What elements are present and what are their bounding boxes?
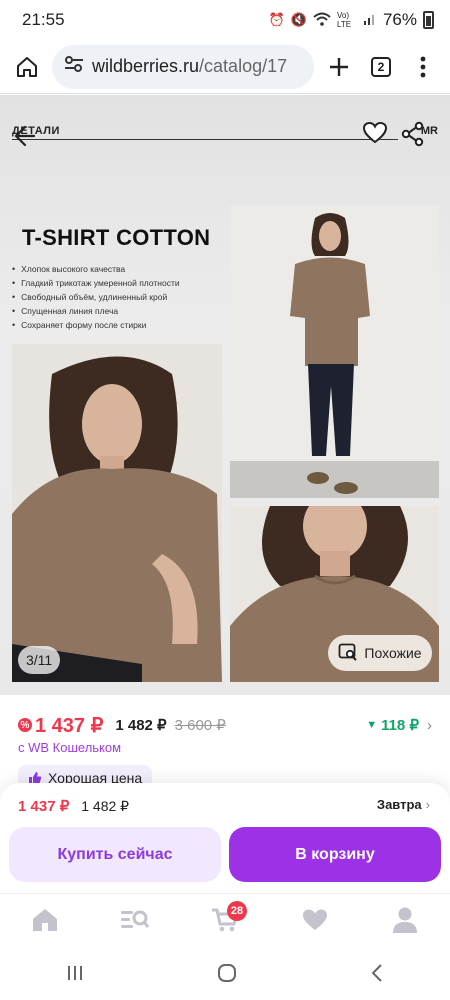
menu-dots-icon[interactable] (406, 50, 440, 84)
tabs-icon[interactable]: 2 (364, 50, 398, 84)
battery-percent: 76% (382, 10, 417, 29)
cashback-link[interactable]: ▼ 118 ₽ › (366, 716, 432, 735)
battery-icon (423, 11, 434, 29)
image-search-icon (338, 642, 358, 665)
regular-price: 1 482 ₽ (115, 717, 167, 734)
status-bar: 21:55 ⏰ 🔇 Vo) LTE 76% (0, 0, 450, 40)
promo-feature: Хлопок высокого качества (12, 262, 180, 276)
price-row: % 1 437 ₽ 1 482 ₽ 3 600 ₽ ▼ 118 ₽ › (0, 705, 450, 745)
tab-cart[interactable]: 28 (195, 899, 255, 947)
discount-badge-icon: % (18, 718, 32, 732)
panel-prices: 1 437 ₽ 1 482 ₽ (18, 797, 130, 816)
wifi-icon (313, 12, 331, 29)
delivery-date[interactable]: Завтра › (377, 797, 430, 812)
product-photo-fullbody (230, 206, 439, 498)
wallet-note[interactable]: с WB Кошельком (18, 740, 121, 755)
tab-home[interactable] (15, 899, 75, 947)
app-tab-bar: 28 (0, 893, 450, 951)
heart-icon[interactable] (362, 121, 390, 147)
cart-count-badge: 28 (227, 900, 247, 921)
panel-wallet-price: 1 437 ₽ (18, 798, 70, 815)
catalog-search-icon (120, 908, 150, 937)
heart-icon (301, 908, 329, 937)
promo-feature: Сохраняет форму после стирки (12, 318, 180, 332)
back-arrow-icon[interactable] (12, 121, 40, 151)
buy-now-button[interactable]: Купить сейчас (9, 827, 221, 882)
image-counter: 3/11 (18, 646, 61, 674)
system-nav-bar (0, 951, 450, 1000)
address-bar[interactable]: wildberries.ru/catalog/17 (52, 44, 314, 89)
browser-toolbar: wildberries.ru/catalog/17 2 (0, 40, 450, 94)
add-to-cart-button[interactable]: В корзину (229, 827, 441, 882)
product-photo-closeup (12, 344, 222, 682)
promo-feature-list: Хлопок высокого качества Гладкий трикота… (12, 262, 180, 332)
cashback-amount: 118 ₽ (381, 717, 419, 734)
url-text: wildberries.ru/catalog/17 (92, 56, 288, 76)
share-icon[interactable] (400, 121, 426, 147)
alarm-icon: ⏰ (268, 12, 285, 27)
promo-feature: Свободный объём, удлиненный крой (12, 290, 180, 304)
wallet-price[interactable]: % 1 437 ₽ (18, 713, 103, 738)
profile-icon (392, 906, 418, 939)
status-icons: ⏰ 🔇 Vo) LTE 76% (269, 10, 434, 30)
header-divider (12, 139, 398, 140)
back-chevron-icon[interactable] (370, 963, 384, 988)
tab-profile[interactable] (375, 899, 435, 947)
network-label: Vo) LTE (336, 11, 352, 29)
home-circle-icon[interactable] (217, 963, 237, 988)
old-price: 3 600 ₽ (174, 717, 226, 734)
purchase-panel: 1 437 ₽ 1 482 ₽ Завтра › Купить сейчас В … (0, 783, 450, 893)
clock: 21:55 (22, 10, 65, 29)
chevron-right-icon: › (425, 797, 430, 812)
signal-icon (363, 12, 377, 29)
tab-favorites[interactable] (285, 899, 345, 947)
home-icon (31, 907, 59, 938)
recent-apps-icon[interactable] (66, 964, 84, 987)
similar-label: Похожие (364, 645, 422, 661)
mute-icon: 🔇 (290, 12, 307, 27)
triangle-down-icon: ▼ (366, 719, 378, 731)
home-icon[interactable] (10, 50, 44, 84)
promo-feature: Спущенная линия плеча (12, 304, 180, 318)
product-gallery[interactable]: ДЕТАЛИ MR T-SHIRT COTTON Хлопок высокого… (0, 95, 450, 695)
chevron-right-icon: › (427, 716, 432, 734)
plus-icon[interactable] (322, 50, 356, 84)
panel-regular-price: 1 482 ₽ (81, 797, 130, 814)
promo-title: T-SHIRT COTTON (22, 225, 211, 250)
similar-button[interactable]: Похожие (328, 635, 432, 671)
tab-count: 2 (371, 56, 391, 77)
settings-tune-icon[interactable] (64, 55, 84, 78)
promo-feature: Гладкий трикотаж умеренной плотности (12, 276, 179, 290)
tab-catalog[interactable] (105, 899, 165, 947)
